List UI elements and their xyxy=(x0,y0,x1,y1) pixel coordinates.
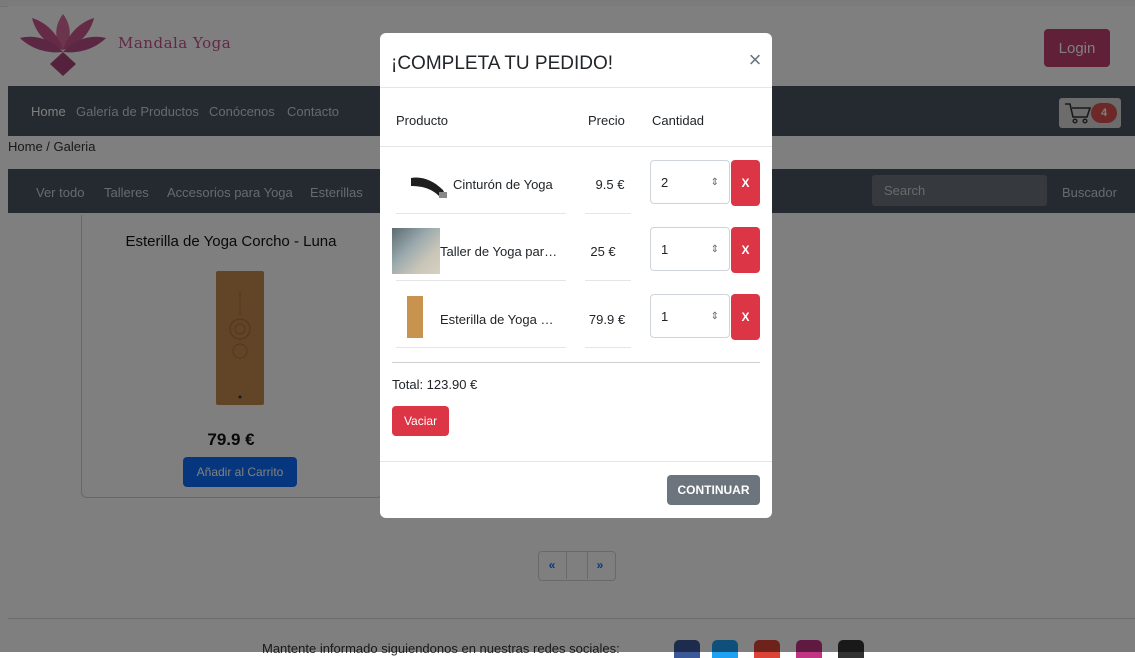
remove-item-button[interactable]: X xyxy=(731,160,760,206)
quantity-stepper[interactable]: 2 ⇕ xyxy=(650,160,730,204)
order-modal xyxy=(380,33,772,518)
spinner-icon[interactable]: ⇕ xyxy=(711,311,719,322)
cart-item-name: Taller de Yoga para ... xyxy=(440,244,560,259)
product-thumb-belt xyxy=(407,170,451,202)
product-thumb-mat xyxy=(407,296,423,338)
order-total: Total: 123.90 € xyxy=(392,377,478,392)
row-divider xyxy=(585,213,631,214)
close-icon[interactable]: × xyxy=(745,49,765,71)
row-divider xyxy=(585,280,631,281)
remove-item-button[interactable]: X xyxy=(731,227,760,273)
cart-item-price: 79.9 € xyxy=(588,312,626,327)
col-header-product: Producto xyxy=(396,113,449,128)
table-bottom-divider xyxy=(392,362,760,363)
col-header-price: Precio xyxy=(588,113,625,128)
modal-title: ¡COMPLETA TU PEDIDO! xyxy=(391,53,614,74)
col-header-quantity: Cantidad xyxy=(652,113,705,128)
spinner-icon[interactable]: ⇕ xyxy=(711,177,719,188)
quantity-stepper[interactable]: 1 ⇕ xyxy=(650,294,730,338)
modal-footer-divider xyxy=(380,461,772,462)
remove-item-button[interactable]: X xyxy=(731,294,760,340)
product-thumb-workshop xyxy=(392,228,440,274)
row-divider xyxy=(396,347,566,348)
row-divider xyxy=(396,280,566,281)
row-divider xyxy=(585,347,631,348)
modal-header-divider xyxy=(380,87,772,88)
empty-cart-button[interactable]: Vaciar xyxy=(392,406,449,436)
quantity-value: 1 xyxy=(661,308,669,324)
quantity-stepper[interactable]: 1 ⇕ xyxy=(650,227,730,271)
table-header-divider xyxy=(380,146,772,147)
continue-button[interactable]: CONTINUAR xyxy=(667,475,760,505)
cart-item-name: Cinturón de Yoga xyxy=(453,177,553,192)
cart-item-price: 9.5 € xyxy=(595,177,625,192)
cart-item-price: 25 € xyxy=(590,244,616,259)
quantity-value: 1 xyxy=(661,241,669,257)
quantity-value: 2 xyxy=(661,174,669,190)
cart-item-name: Esterilla de Yoga Co... xyxy=(440,312,560,327)
spinner-icon[interactable]: ⇕ xyxy=(711,244,719,255)
row-divider xyxy=(396,213,566,214)
